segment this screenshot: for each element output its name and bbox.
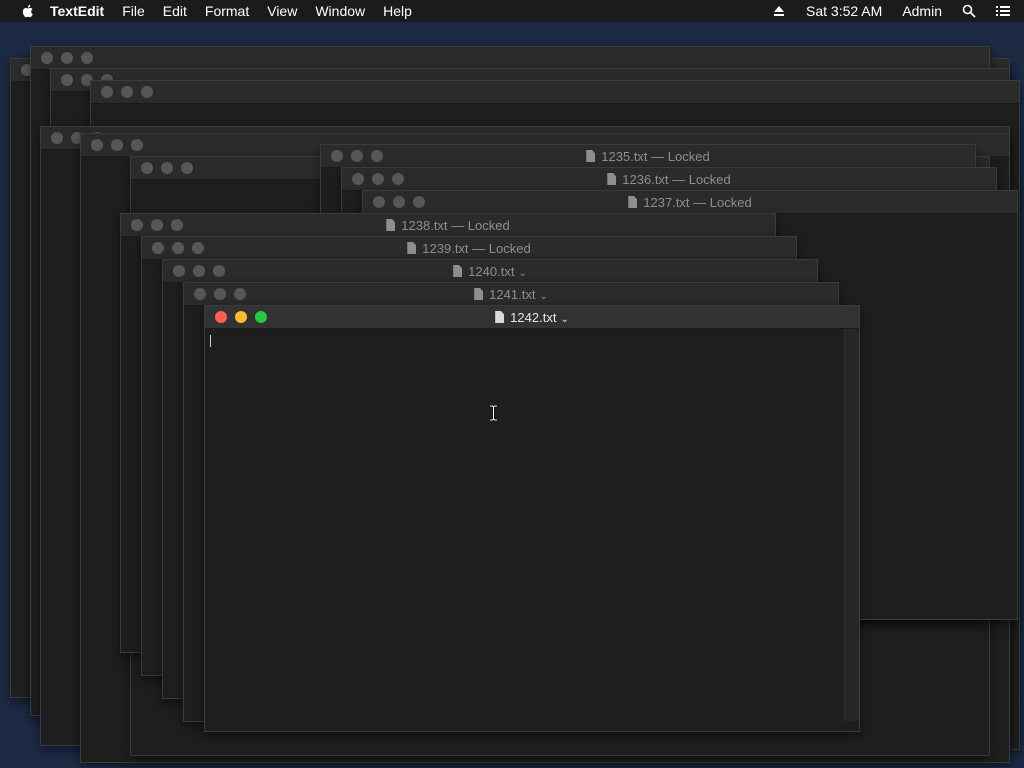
text-caret <box>210 335 211 347</box>
apple-icon[interactable] <box>20 3 36 19</box>
eject-icon[interactable] <box>772 4 786 18</box>
window-title: 1237.txt — Locked <box>363 195 1017 210</box>
title-bar[interactable]: 1237.txt — Locked <box>363 191 1017 214</box>
menu-app-textedit[interactable]: TextEdit <box>50 3 104 19</box>
title-bar[interactable]: 1240.txt ⌄ <box>163 260 817 283</box>
title-bar[interactable]: 1239.txt — Locked <box>142 237 796 260</box>
window-title: 1236.txt — Locked <box>342 172 996 187</box>
menu-view[interactable]: View <box>267 3 297 19</box>
menu-edit[interactable]: Edit <box>163 3 187 19</box>
title-bar[interactable]: 1242.txt ⌄ <box>205 306 859 329</box>
document-icon <box>495 311 505 323</box>
menu-format[interactable]: Format <box>205 3 249 19</box>
window-title: 1239.txt — Locked <box>142 241 796 256</box>
window-title: 1238.txt — Locked <box>121 218 775 233</box>
window-title[interactable]: 1242.txt ⌄ <box>205 310 859 325</box>
title-bar[interactable]: 1238.txt — Locked <box>121 214 775 237</box>
document-icon <box>628 196 638 208</box>
title-bar[interactable]: 1236.txt — Locked <box>342 168 996 191</box>
user-name[interactable]: Admin <box>902 3 942 19</box>
search-icon[interactable] <box>962 4 976 18</box>
document-icon <box>386 219 396 231</box>
menu-help[interactable]: Help <box>383 3 412 19</box>
text-editor-area[interactable] <box>205 329 844 731</box>
document-icon <box>474 288 484 300</box>
vertical-scrollbar[interactable] <box>844 329 859 721</box>
window-title[interactable]: 1240.txt ⌄ <box>163 264 817 279</box>
menu-file[interactable]: File <box>122 3 145 19</box>
chevron-down-icon[interactable]: ⌄ <box>518 268 526 279</box>
document-icon <box>407 242 417 254</box>
chevron-down-icon[interactable]: ⌄ <box>560 314 568 325</box>
chevron-down-icon[interactable]: ⌄ <box>539 291 547 302</box>
window-title: 1235.txt — Locked <box>321 149 975 164</box>
document-window-1242-active[interactable]: 1242.txt ⌄ <box>204 305 860 732</box>
document-icon <box>586 150 596 162</box>
list-icon[interactable] <box>996 4 1010 18</box>
clock[interactable]: Sat 3:52 AM <box>806 3 882 19</box>
document-icon <box>453 265 463 277</box>
title-bar[interactable]: 1241.txt ⌄ <box>184 283 838 306</box>
window-title[interactable]: 1241.txt ⌄ <box>184 287 838 302</box>
ibeam-cursor-icon <box>490 405 497 421</box>
title-bar[interactable]: 1235.txt — Locked <box>321 145 975 168</box>
document-icon <box>607 173 617 185</box>
menu-window[interactable]: Window <box>315 3 365 19</box>
menu-bar: TextEdit File Edit Format View Window He… <box>0 0 1024 22</box>
status-area: Sat 3:52 AM Admin <box>752 3 1024 19</box>
